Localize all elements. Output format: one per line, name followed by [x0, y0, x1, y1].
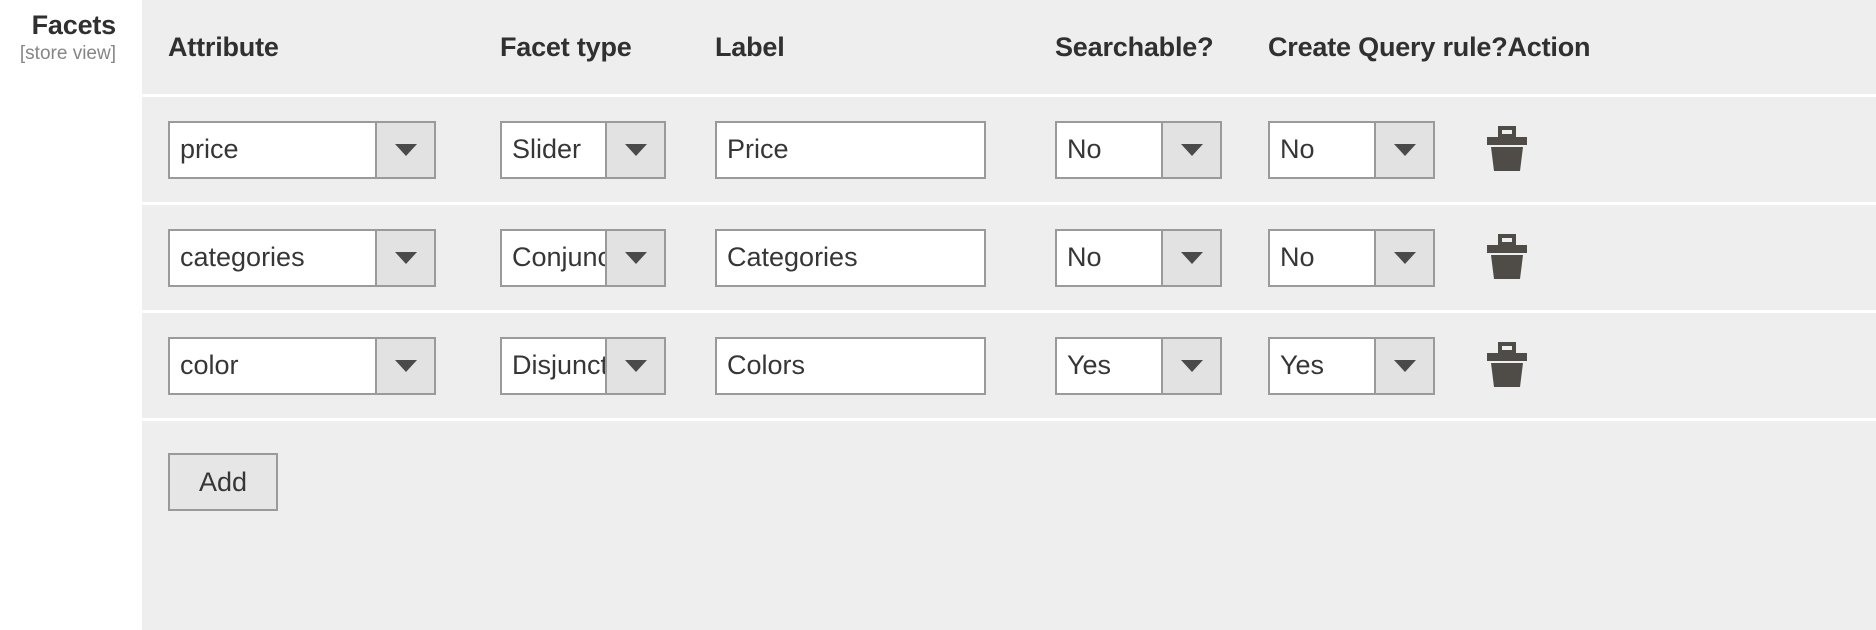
searchable-select-value: No [1057, 122, 1161, 177]
attribute-select[interactable]: price [168, 120, 436, 179]
facets-table-panel: Attribute Facet type Label Searchable? C… [142, 0, 1876, 630]
table-row: price Slider Price No No [142, 94, 1876, 202]
column-header-action: Action [1507, 31, 1591, 62]
cell-attribute: price [168, 120, 500, 179]
chevron-down-icon [1374, 122, 1433, 177]
field-label-gutter: Facets [store view] [0, 0, 142, 67]
delete-row-button[interactable] [1480, 122, 1534, 176]
cell-facet-type: Slider [500, 120, 715, 179]
chevron-down-icon [1161, 338, 1220, 393]
label-input[interactable]: Price [715, 120, 986, 179]
searchable-select-value: No [1057, 230, 1161, 285]
column-header-create-query-rule: Create Query rule? [1268, 31, 1508, 62]
attribute-select-value: price [170, 122, 375, 177]
cell-searchable: No [1055, 228, 1268, 287]
searchable-select[interactable]: No [1055, 120, 1222, 179]
cell-create-query-rule: No [1268, 120, 1480, 179]
create-query-rule-select-value: Yes [1270, 338, 1374, 393]
delete-row-button[interactable] [1480, 338, 1534, 392]
label-input[interactable]: Colors [715, 336, 986, 395]
facet-type-select[interactable]: Conjunc [500, 228, 666, 287]
attribute-select-value: categories [170, 230, 375, 285]
field-title: Facets [31, 10, 117, 40]
chevron-down-icon [375, 230, 434, 285]
chevron-down-icon [375, 338, 434, 393]
facet-type-select[interactable]: Slider [500, 120, 666, 179]
facet-type-select-value: Conjunc [502, 230, 605, 285]
cell-searchable: No [1055, 120, 1268, 179]
table-row: categories Conjunc Categories No No [142, 202, 1876, 310]
chevron-down-icon [605, 230, 664, 285]
searchable-select[interactable]: No [1055, 228, 1222, 287]
trash-icon [1486, 126, 1528, 172]
chevron-down-icon [605, 338, 664, 393]
create-query-rule-select[interactable]: No [1268, 120, 1435, 179]
attribute-select[interactable]: categories [168, 228, 436, 287]
chevron-down-icon [375, 122, 434, 177]
create-query-rule-select-value: No [1270, 122, 1374, 177]
searchable-select[interactable]: Yes [1055, 336, 1222, 395]
column-header-attribute: Attribute [168, 31, 279, 62]
facet-type-select-value: Disjunct [502, 338, 605, 393]
cell-attribute: color [168, 336, 500, 395]
cell-label: Price [715, 120, 1055, 179]
column-header-searchable: Searchable? [1055, 31, 1214, 62]
facet-type-select[interactable]: Disjunct [500, 336, 666, 395]
cell-attribute: categories [168, 228, 500, 287]
delete-row-button[interactable] [1480, 230, 1534, 284]
chevron-down-icon [1374, 230, 1433, 285]
cell-label: Categories [715, 228, 1055, 287]
chevron-down-icon [1374, 338, 1433, 393]
cell-create-query-rule: No [1268, 228, 1480, 287]
cell-facet-type: Disjunct [500, 336, 715, 395]
create-query-rule-select-value: No [1270, 230, 1374, 285]
attribute-select-value: color [170, 338, 375, 393]
cell-label: Colors [715, 336, 1055, 395]
chevron-down-icon [1161, 230, 1220, 285]
cell-create-query-rule: Yes [1268, 336, 1480, 395]
cell-action [1480, 338, 1610, 393]
facets-settings-panel: Facets [store view] Attribute Facet type… [0, 0, 1876, 630]
label-input[interactable]: Categories [715, 228, 986, 287]
cell-searchable: Yes [1055, 336, 1268, 395]
facet-type-select-value: Slider [502, 122, 605, 177]
attribute-select[interactable]: color [168, 336, 436, 395]
table-row: color Disjunct Colors Yes Yes [142, 310, 1876, 418]
cell-facet-type: Conjunc [500, 228, 715, 287]
trash-icon [1486, 234, 1528, 280]
chevron-down-icon [605, 122, 664, 177]
column-header-facet-type: Facet type [500, 31, 632, 62]
create-query-rule-select[interactable]: Yes [1268, 336, 1435, 395]
add-facet-button[interactable]: Add [168, 453, 278, 511]
table-header-row: Attribute Facet type Label Searchable? C… [142, 0, 1876, 94]
searchable-select-value: Yes [1057, 338, 1161, 393]
create-query-rule-select[interactable]: No [1268, 228, 1435, 287]
column-header-label: Label [715, 31, 785, 62]
chevron-down-icon [1161, 122, 1220, 177]
table-footer-row: Add [142, 418, 1876, 540]
field-scope: [store view] [19, 43, 116, 65]
cell-action [1480, 122, 1610, 177]
cell-action [1480, 230, 1610, 285]
trash-icon [1486, 342, 1528, 388]
